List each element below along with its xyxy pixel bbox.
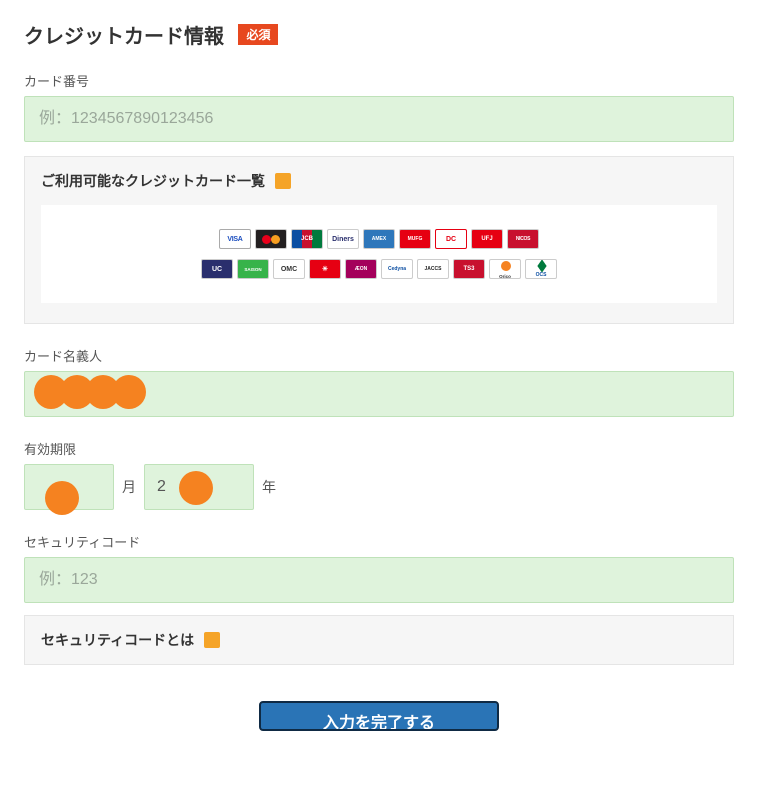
mastercard-logo-icon (255, 229, 287, 249)
card-holder-input[interactable] (24, 371, 734, 417)
omc-logo-icon: OMC (273, 259, 305, 279)
expiry-label: 有効期限 (24, 439, 734, 458)
card-number-input[interactable] (24, 96, 734, 142)
visa-logo-icon: VISA (219, 229, 251, 249)
uc-logo-icon: UC (201, 259, 233, 279)
orico-logo-icon: Orico (489, 259, 521, 279)
security-help-panel: セキュリティコードとは (24, 615, 734, 665)
redaction-icon (179, 471, 205, 505)
required-badge: 必須 (238, 24, 278, 45)
security-code-label: セキュリティコード (24, 532, 734, 551)
ocs-logo-icon: OCS (525, 259, 557, 279)
jaccs-logo-icon: JACCS (417, 259, 449, 279)
available-cards-title: ご利用可能なクレジットカード一覧 (41, 171, 265, 191)
expand-toggle-icon[interactable] (275, 173, 291, 189)
expiry-year-select[interactable]: 2 (144, 464, 254, 510)
month-unit-label: 月 (122, 477, 136, 497)
available-cards-panel: ご利用可能なクレジットカード一覧 VISA JCB Diners AMEX MU… (24, 156, 734, 324)
security-help-title: セキュリティコードとは (41, 630, 194, 650)
expiry-month-select[interactable] (24, 464, 114, 510)
year-unit-label: 年 (262, 477, 276, 497)
section-title: クレジットカード情報 (24, 20, 224, 49)
card-number-label: カード番号 (24, 71, 734, 90)
cedyna-logo-icon: Cedyna (381, 259, 413, 279)
card-holder-label: カード名義人 (24, 346, 734, 365)
mufg-logo-icon: MUFG (399, 229, 431, 249)
card-logo-box: VISA JCB Diners AMEX MUFG DC UFJ NICOS U… (41, 205, 717, 303)
submit-button[interactable]: 入力を完了する (259, 701, 499, 731)
year-prefix: 2 (157, 478, 166, 496)
redaction-icon (45, 481, 71, 515)
nicos-logo-icon: NICOS (507, 229, 539, 249)
dc-logo-icon: DC (435, 229, 467, 249)
aeon-logo-icon: ÆON (345, 259, 377, 279)
ts3-logo-icon: TS3 (453, 259, 485, 279)
amex-logo-icon: AMEX (363, 229, 395, 249)
diners-logo-icon: Diners (327, 229, 359, 249)
ufj-logo-icon: UFJ (471, 229, 503, 249)
jcb-logo-icon: JCB (291, 229, 323, 249)
saison-logo-icon: SAISON (237, 259, 269, 279)
sun-logo-icon: ☀ (309, 259, 341, 279)
expand-toggle-icon[interactable] (204, 632, 220, 648)
security-code-input[interactable] (24, 557, 734, 603)
